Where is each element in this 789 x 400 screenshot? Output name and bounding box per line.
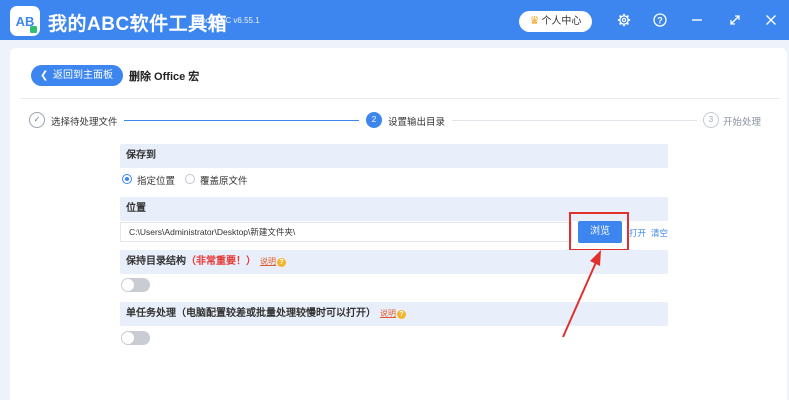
single-task-toggle[interactable] — [121, 331, 150, 345]
svg-text:?: ? — [657, 16, 663, 26]
step-1-label: 选择待处理文件 — [51, 117, 118, 128]
radio-overwrite-original[interactable] — [185, 174, 195, 184]
keep-structure-title: 保持目录结构 — [126, 256, 186, 267]
app-logo: AB — [10, 6, 40, 36]
page-title: 删除 Office 宏 — [129, 71, 200, 83]
single-task-help-link[interactable]: 说明 — [380, 309, 396, 318]
step-1-done-icon: ✓ — [29, 112, 45, 128]
single-task-title: 单任务处理（电脑配置较差或批量处理较慢时可以打开） — [126, 308, 376, 319]
question-icon: ? — [397, 310, 406, 319]
keep-structure-toggle[interactable] — [121, 278, 150, 292]
save-to-heading: 保存到 — [120, 144, 668, 168]
settings-icon[interactable] — [615, 11, 633, 29]
divider — [20, 98, 780, 99]
radio-overwrite-original-label[interactable]: 覆盖原文件 — [200, 173, 248, 187]
radio-specified-location[interactable] — [122, 174, 132, 184]
minimize-icon[interactable] — [688, 11, 706, 29]
radio-specified-location-label[interactable]: 指定位置 — [137, 173, 175, 187]
single-task-heading: 单任务处理（电脑配置较差或批量处理较慢时可以打开） 说明? — [120, 302, 668, 326]
clear-link[interactable]: 清空 — [651, 227, 668, 239]
toggle-knob — [122, 332, 134, 344]
help-icon[interactable]: ? — [651, 11, 669, 29]
member-center-label: 个人中心 — [541, 16, 582, 27]
crown-icon: ♛ — [529, 15, 540, 27]
step-2-label: 设置输出目录 — [388, 117, 446, 128]
keep-structure-note: （非常重要！） — [186, 256, 256, 267]
back-to-main-button[interactable]: ❮ 返回到主面板 — [31, 65, 123, 86]
keep-structure-heading: 保持目录结构（非常重要！） 说明? — [120, 250, 668, 274]
step-3-number: 3 — [703, 112, 719, 128]
title-bar: AB 我的ABC软件工具箱 WodeABC v6.55.1 ♛ 个人中心 ? — [0, 0, 789, 40]
highlight-box — [569, 212, 629, 251]
back-label: 返回到主面板 — [53, 70, 113, 81]
app-version: WodeABC v6.55.1 — [194, 16, 260, 25]
maximize-icon[interactable] — [726, 11, 744, 29]
member-center-button[interactable]: ♛ 个人中心 — [519, 11, 592, 32]
back-arrow-icon: ❮ — [40, 70, 49, 81]
step-2-number: 2 — [366, 112, 382, 128]
close-icon[interactable] — [762, 11, 780, 29]
open-link[interactable]: 打开 — [629, 227, 646, 239]
output-path-input[interactable]: C:\Users\Administrator\Desktop\新建文件夹\ — [120, 222, 572, 242]
step-3-label: 开始处理 — [723, 117, 762, 128]
step-connector-2 — [452, 120, 697, 121]
keep-structure-help-link[interactable]: 说明 — [260, 257, 276, 266]
question-icon: ? — [277, 258, 286, 267]
step-connector-1 — [124, 120, 359, 121]
toggle-knob — [122, 279, 134, 291]
